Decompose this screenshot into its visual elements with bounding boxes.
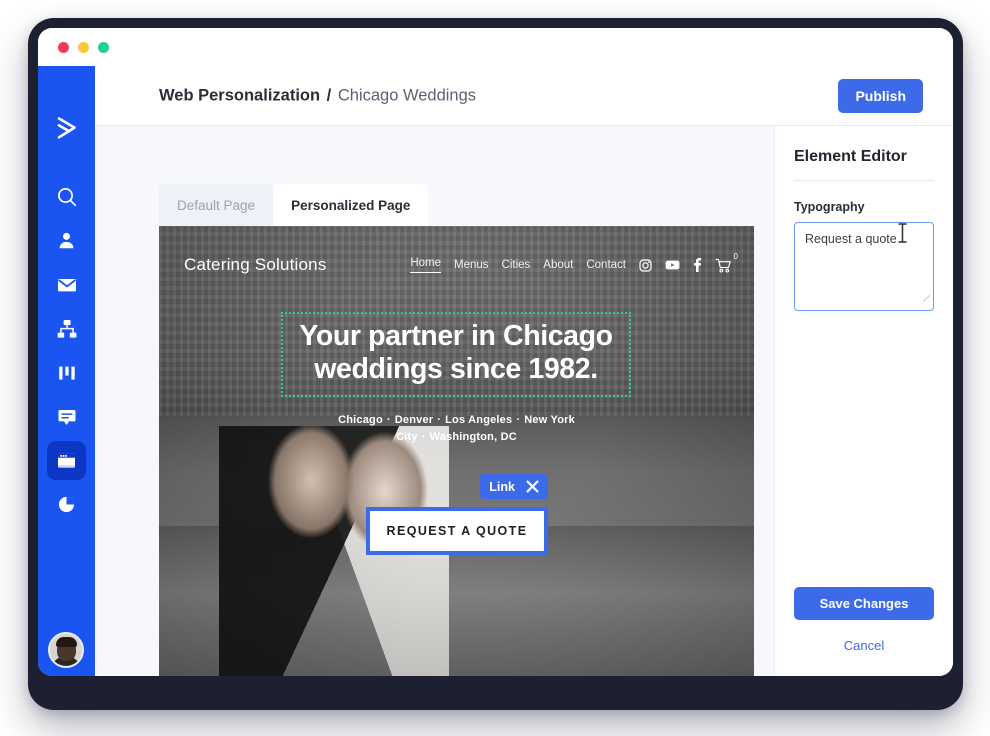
app-header: Web Personalization / Chicago Weddings P… [95, 66, 953, 126]
site-navbar: Catering Solutions Home Menus Cities Abo… [159, 242, 754, 288]
sidebar-item-deals[interactable] [47, 353, 86, 392]
website-preview[interactable]: Catering Solutions Home Menus Cities Abo… [159, 226, 754, 676]
cart-icon[interactable]: 0 [715, 258, 732, 273]
campaigns-icon [56, 274, 78, 296]
minimize-window-dot[interactable] [78, 42, 89, 53]
instagram-icon[interactable] [639, 259, 652, 272]
conversations-icon [56, 406, 78, 428]
close-window-dot[interactable] [58, 42, 69, 53]
breadcrumb-separator: / [327, 86, 332, 104]
cta-selection-group: Link REQUEST A QUOTE [366, 507, 548, 555]
close-icon[interactable] [526, 480, 539, 493]
typography-label: Typography [794, 200, 934, 214]
city-separator: · [422, 431, 426, 443]
sidebar-item-website[interactable] [47, 441, 86, 480]
website-icon [56, 450, 77, 471]
hero-city-list: Chicago·Denver·Los Angeles·New York City… [292, 412, 622, 446]
workspace: Default Page Personalized Page Catering … [95, 126, 953, 676]
hero-headline-line1: Your partner in Chicago [291, 320, 621, 353]
site-menu-item-contact[interactable]: Contact [586, 259, 626, 271]
sidebar-item-reports[interactable] [47, 485, 86, 524]
city-washington-dc: Washington, DC [430, 431, 517, 443]
sidebar-item-campaigns[interactable] [47, 265, 86, 304]
link-badge[interactable]: Link [480, 474, 548, 499]
sidebar-item-contacts[interactable] [47, 221, 86, 260]
element-editor-title: Element Editor [794, 148, 934, 166]
site-logo[interactable]: Catering Solutions [184, 255, 327, 275]
preview-vignette [159, 226, 754, 676]
tab-personalized-page[interactable]: Personalized Page [273, 184, 428, 226]
element-editor-panel: Element Editor Typography Save Changes C… [774, 126, 953, 676]
cancel-button[interactable]: Cancel [775, 638, 953, 653]
editor-divider [794, 180, 934, 181]
automations-icon [56, 318, 78, 340]
hero-headline-line2: weddings since 1982. [291, 353, 621, 386]
save-changes-button[interactable]: Save Changes [794, 587, 934, 620]
browser-window: Web Personalization / Chicago Weddings P… [38, 28, 953, 676]
city-separator: · [387, 414, 391, 426]
hero-headline-selected[interactable]: Your partner in Chicago weddings since 1… [281, 312, 631, 397]
sidebar-item-conversations[interactable] [47, 397, 86, 436]
publish-button[interactable]: Publish [838, 79, 923, 113]
maximize-window-dot[interactable] [98, 42, 109, 53]
site-menu-item-about[interactable]: About [543, 259, 573, 271]
page-variant-tabs: Default Page Personalized Page [159, 184, 428, 226]
tab-default-page[interactable]: Default Page [159, 184, 273, 226]
sidebar-item-automations[interactable] [47, 309, 86, 348]
breadcrumb: Web Personalization / Chicago Weddings [159, 86, 476, 105]
typography-input[interactable] [794, 222, 934, 311]
sidebar-item-search[interactable] [47, 177, 86, 216]
link-badge-label: Link [489, 480, 515, 494]
breadcrumb-parent[interactable]: Web Personalization [159, 86, 320, 104]
activecampaign-logo[interactable] [47, 108, 86, 147]
city-separator: · [437, 414, 441, 426]
city-separator: · [516, 414, 520, 426]
facebook-icon[interactable] [693, 258, 702, 272]
breadcrumb-current: Chicago Weddings [338, 86, 476, 104]
search-icon [56, 186, 78, 208]
avatar-hair [56, 637, 77, 647]
city-denver: Denver [395, 414, 434, 426]
window-titlebar [38, 28, 953, 66]
cta-request-a-quote-button[interactable]: REQUEST A QUOTE [366, 507, 548, 555]
site-menu-item-cities[interactable]: Cities [502, 259, 531, 271]
deals-icon [57, 363, 77, 383]
typography-field-wrap [794, 214, 934, 316]
site-menu-item-menus[interactable]: Menus [454, 259, 489, 271]
cart-count-badge: 0 [734, 252, 738, 261]
city-los-angeles: Los Angeles [445, 414, 512, 426]
contacts-icon [56, 230, 77, 251]
city-chicago: Chicago [338, 414, 383, 426]
site-menu: Home Menus Cities About Contact [410, 257, 732, 273]
avatar[interactable] [48, 632, 84, 668]
reports-icon [56, 494, 77, 515]
youtube-icon[interactable] [665, 259, 680, 271]
site-menu-item-home[interactable]: Home [410, 257, 441, 273]
app-sidebar [38, 66, 95, 676]
